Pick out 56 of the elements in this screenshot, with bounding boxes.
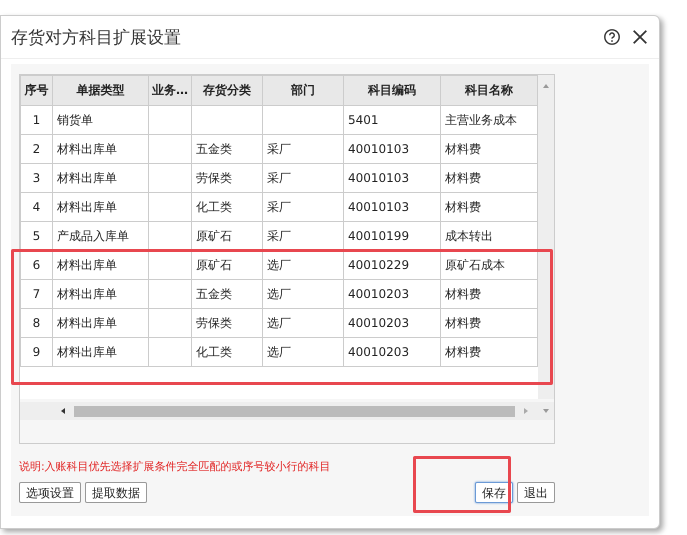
row-number: 3 [20, 164, 52, 192]
column-header[interactable]: 部门 [262, 76, 344, 106]
table-cell: 材料出库单 [52, 280, 148, 308]
note-text: 说明:入账科目优先选择扩展条件完全匹配的或序号较小行的科目 [19, 459, 332, 474]
save-button[interactable]: 保存 [475, 482, 513, 503]
table-cell: 采厂 [262, 164, 344, 192]
column-header[interactable]: 业务… [148, 76, 192, 106]
table-cell: 40010203 [344, 338, 440, 366]
table-cell: 选厂 [262, 308, 344, 338]
row-number: 1 [20, 106, 52, 134]
table-cell: 销货单 [52, 106, 148, 134]
row-number: 2 [20, 134, 52, 164]
table-cell: 材料出库单 [52, 308, 148, 338]
column-header[interactable]: 序号 [20, 76, 52, 106]
table-cell: 五金类 [192, 280, 262, 308]
table-cell: 五金类 [192, 134, 262, 164]
row-number: 4 [20, 192, 52, 222]
row-number: 8 [20, 308, 52, 338]
table-cell: 材料出库单 [52, 250, 148, 280]
table-cell: 选厂 [262, 280, 344, 308]
table-cell: 化工类 [192, 192, 262, 222]
action-button[interactable]: 提取数据 [85, 482, 147, 503]
table-cell: 40010203 [344, 308, 440, 338]
window-title: 存货对方科目扩展设置 [11, 26, 181, 48]
table-cell: 劳保类 [192, 164, 262, 192]
table-cell: 采厂 [262, 192, 344, 222]
column-header[interactable]: 存货分类 [192, 76, 262, 106]
close-icon[interactable] [631, 28, 649, 46]
table-cell: 劳保类 [192, 308, 262, 338]
column-header[interactable]: 单据类型 [52, 76, 148, 106]
column-header[interactable]: 科目名称 [440, 76, 538, 106]
row-number: 7 [20, 280, 52, 308]
table-cell: 选厂 [262, 338, 344, 366]
table-cell: 40010229 [344, 250, 440, 280]
exit-button[interactable]: 退出 [517, 482, 555, 503]
action-button[interactable]: 选项设置 [19, 482, 81, 503]
table-cell: 5401 [344, 106, 440, 134]
vertical-scrollbar[interactable] [538, 75, 554, 399]
table-cell: 材料出库单 [52, 164, 148, 192]
table-cell: 选厂 [262, 250, 344, 280]
table-cell: 原矿石 [192, 250, 262, 280]
table-cell: 材料出库单 [52, 338, 148, 366]
help-icon[interactable] [603, 28, 621, 46]
table-cell: 化工类 [192, 338, 262, 366]
table-cell: 材料出库单 [52, 134, 148, 164]
table-cell: 材料出库单 [52, 192, 148, 222]
table-cell: 40010103 [344, 192, 440, 222]
column-header[interactable]: 科目编码 [344, 76, 440, 106]
table-cell: 40010103 [344, 164, 440, 192]
row-number: 9 [20, 338, 52, 366]
table-cell: 采厂 [262, 134, 344, 164]
table-cell: 40010203 [344, 280, 440, 308]
table-cell: 原矿石成本 [440, 250, 538, 280]
table-cell: 40010103 [344, 134, 440, 164]
row-number: 5 [20, 222, 52, 250]
row-number: 6 [20, 250, 52, 280]
